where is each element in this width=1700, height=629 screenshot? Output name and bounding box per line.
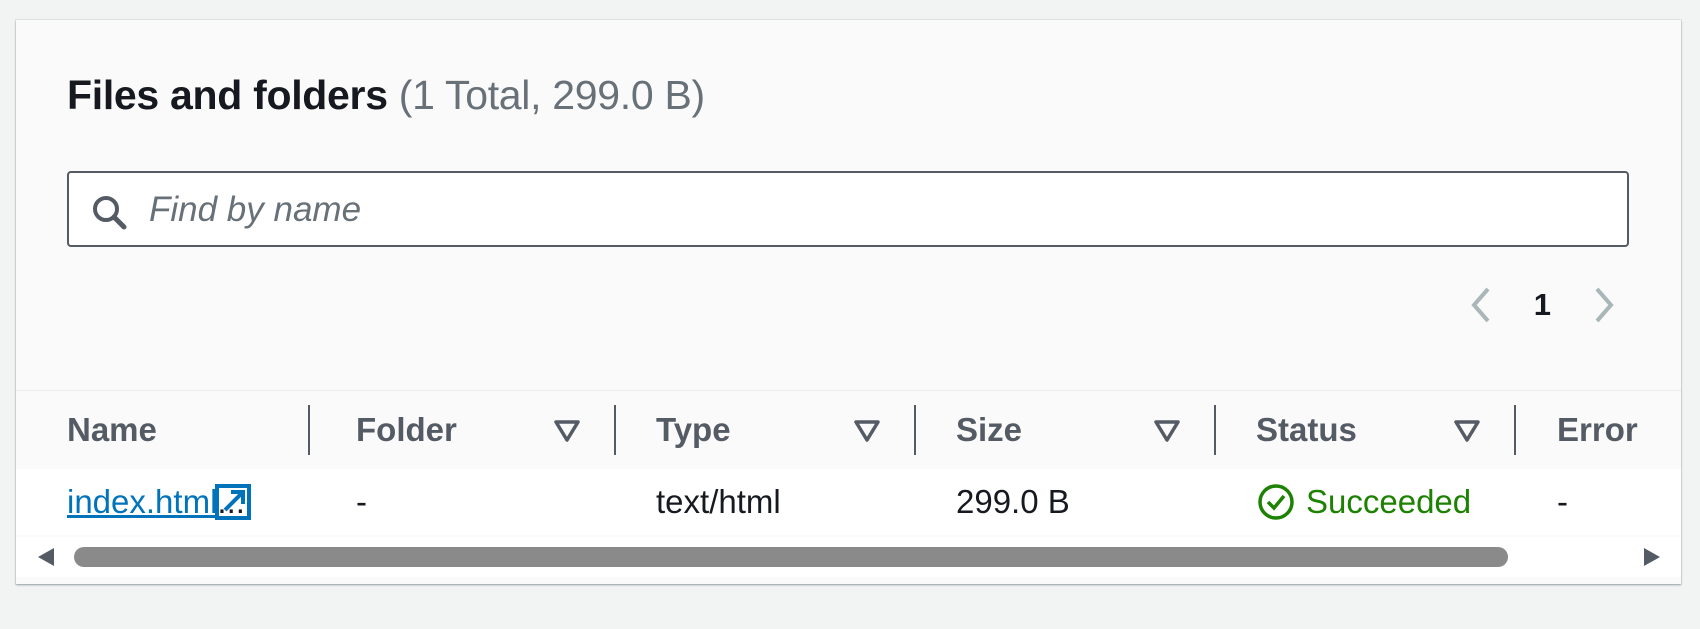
panel-title: Files and folders (1 Total, 299.0 B)	[67, 72, 705, 119]
column-header-status[interactable]: Status	[1256, 391, 1357, 469]
cell-size: 299.0 B	[956, 483, 1070, 520]
status-text: Succeeded	[1306, 483, 1472, 520]
chevron-left-icon	[1471, 287, 1490, 323]
scrollbar-thumb[interactable]	[74, 547, 1508, 567]
current-page-number[interactable]: 1	[1534, 287, 1551, 323]
scroll-right-arrow-icon[interactable]	[1642, 547, 1662, 567]
column-resizer[interactable]	[614, 405, 616, 455]
column-header-name[interactable]: Name	[67, 391, 157, 469]
sort-caret-icon[interactable]	[1453, 417, 1481, 445]
pagination: 1	[1458, 282, 1627, 328]
file-link[interactable]: index.html	[67, 483, 217, 521]
sort-caret-icon[interactable]	[853, 417, 881, 445]
status-indicator: Succeeded	[1256, 482, 1471, 522]
scroll-left-arrow-icon[interactable]	[36, 547, 56, 567]
cell-status: Succeeded	[1256, 469, 1471, 535]
panel-title-text: Files and folders	[67, 72, 388, 118]
column-resizer[interactable]	[914, 405, 916, 455]
next-page-button[interactable]	[1581, 282, 1627, 328]
search-icon	[93, 196, 127, 230]
table-row: index.html... - text/html 299.0 B Succee…	[16, 469, 1681, 535]
search-box	[67, 171, 1629, 247]
panel-counter: (1 Total, 299.0 B)	[398, 72, 705, 118]
cell-type: text/html	[656, 483, 781, 520]
sort-caret-icon[interactable]	[1153, 417, 1181, 445]
sort-caret-icon[interactable]	[553, 417, 581, 445]
column-header-type[interactable]: Type	[656, 391, 731, 469]
search-input[interactable]	[147, 183, 1611, 237]
success-check-icon	[1258, 484, 1294, 520]
column-header-size[interactable]: Size	[956, 391, 1022, 469]
horizontal-scrollbar[interactable]	[16, 537, 1681, 577]
files-and-folders-panel: Files and folders (1 Total, 299.0 B) 1 N…	[16, 20, 1681, 584]
prev-page-button[interactable]	[1458, 282, 1504, 328]
chevron-right-icon	[1595, 287, 1614, 323]
cell-name: index.html...	[67, 469, 251, 535]
column-header-error[interactable]: Error	[1557, 391, 1638, 469]
column-resizer[interactable]	[308, 405, 310, 455]
table-header: Name Folder Type Size Status Error	[16, 390, 1681, 470]
column-resizer[interactable]	[1514, 405, 1516, 455]
cell-folder: -	[356, 483, 367, 520]
cell-error: -	[1557, 483, 1568, 520]
external-link-icon[interactable]	[214, 484, 251, 520]
column-header-folder[interactable]: Folder	[356, 391, 457, 469]
column-resizer[interactable]	[1214, 405, 1216, 455]
files-table: Name Folder Type Size Status Error index…	[16, 390, 1681, 535]
